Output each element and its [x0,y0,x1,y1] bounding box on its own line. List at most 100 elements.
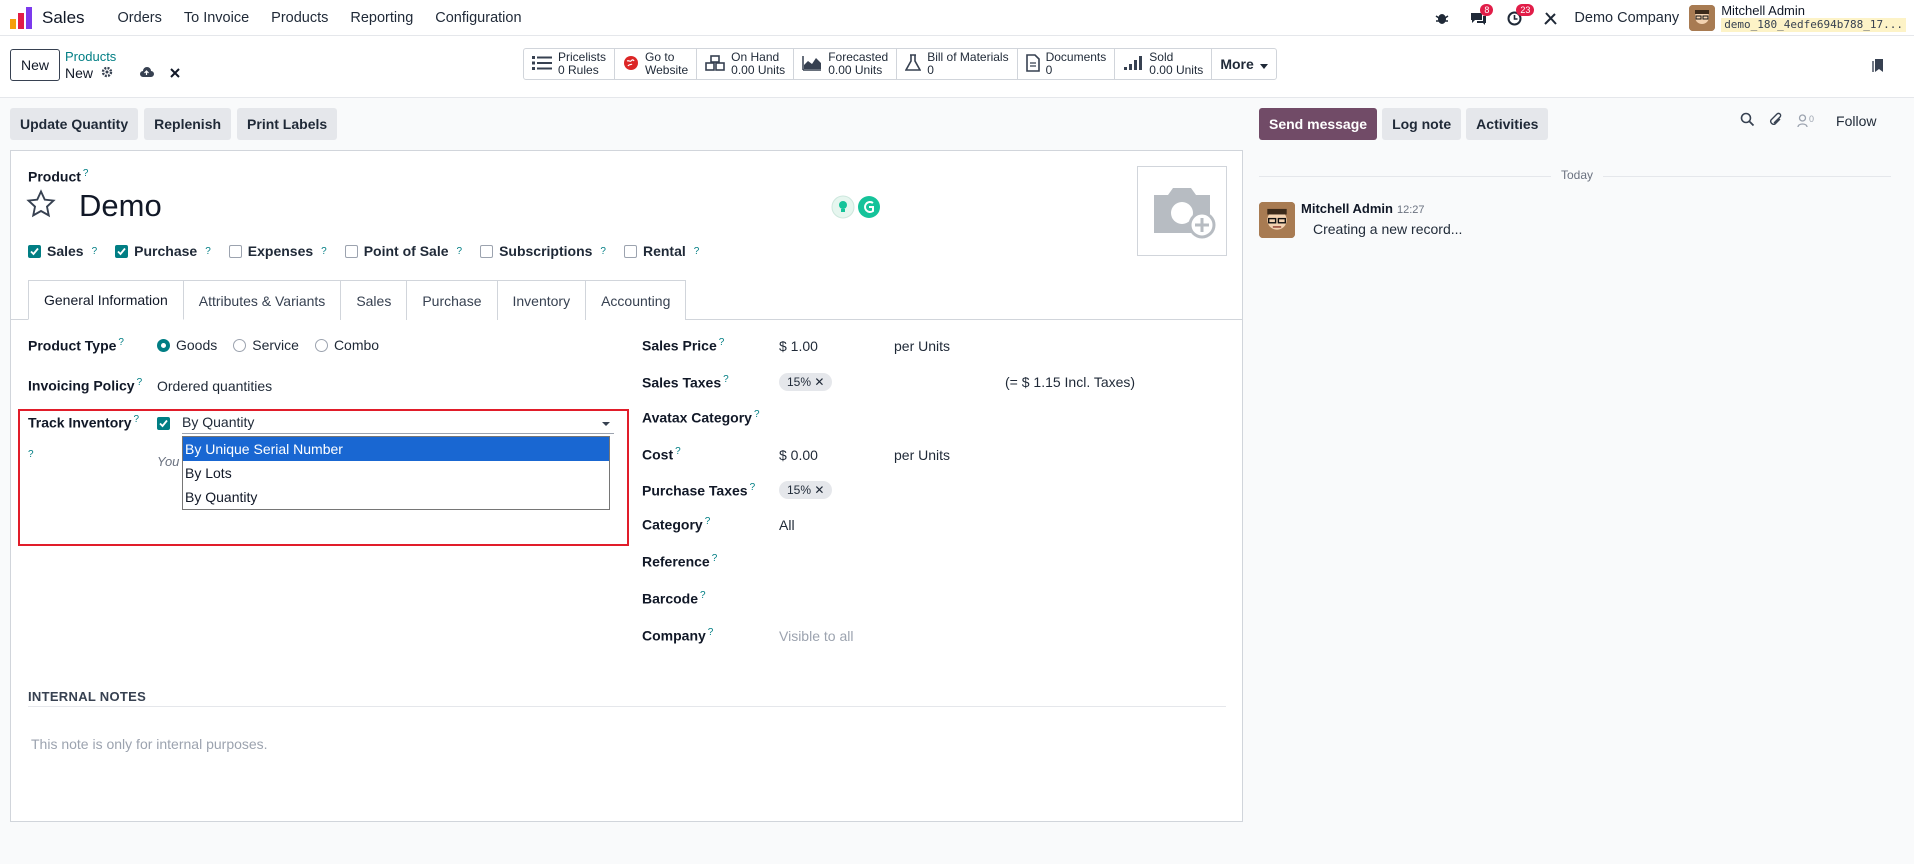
checkbox-checked[interactable] [28,244,41,258]
sales-price-uom: per Units [894,338,951,354]
menu-reporting[interactable]: Reporting [339,10,424,26]
bug-icon[interactable] [1424,0,1460,36]
app-name[interactable]: Sales [42,8,85,28]
tab-purchase[interactable]: Purchase [407,280,498,320]
purchase-checkbox[interactable]: Purchase? [115,243,211,259]
sales-tax-tag[interactable]: 15% ✕ [779,373,833,391]
reference-label: Reference? [642,553,718,570]
area-chart-icon [802,55,822,74]
bill-of-materials-button[interactable]: Bill of Materials 0 [897,49,1018,79]
followers-count: 0 [1809,114,1815,124]
company-input[interactable]: Visible to all [779,628,853,644]
product-type-label: Product Type? [28,337,124,354]
purchase-tax-tag[interactable]: 15% ✕ [779,481,833,499]
checkbox-checked[interactable] [115,244,129,258]
message-avatar[interactable] [1259,202,1295,238]
company-switcher[interactable]: Demo Company [1574,10,1679,26]
new-button[interactable]: New [10,49,60,81]
company-label: Company? [642,627,714,644]
sales-price-input[interactable]: $ 1.00 [779,338,818,354]
product-name-input[interactable]: Demo [79,188,162,224]
discard-icon[interactable] [170,64,180,82]
tab-attributes-variants[interactable]: Attributes & Variants [183,280,342,320]
checkbox-unchecked[interactable] [623,244,637,258]
form-tabs: General Information Attributes & Variant… [28,280,687,320]
internal-notes-input[interactable]: This note is only for internal purposes. [31,736,268,752]
remove-tag-icon[interactable]: ✕ [814,483,824,497]
menu-configuration[interactable]: Configuration [424,10,532,26]
go-to-website-button[interactable]: Go to Website [615,49,698,79]
product-image-upload[interactable] [1137,166,1227,256]
category-input[interactable]: All [779,517,795,533]
radio-combo[interactable]: Combo [314,337,379,353]
grammarly-icon [858,196,880,218]
forecasted-button[interactable]: Forecasted 0.00 Units [794,49,898,79]
favorite-star-icon[interactable] [26,189,56,222]
breadcrumb-current: New [65,65,94,81]
top-navbar: Sales Orders To Invoice Products Reporti… [0,0,1914,36]
highlight-annotation-box [18,409,629,546]
radio-service[interactable]: Service [233,337,299,353]
checkbox-unchecked[interactable] [480,244,494,258]
purchase-taxes-label: Purchase Taxes? [642,482,756,499]
activities-clock-icon[interactable]: 23 [1496,0,1535,36]
chatter-topbar-icons: 0 Follow [1740,112,1876,130]
menu-orders[interactable]: Orders [107,10,173,26]
product-flags: Sales? Purchase? Expenses? Point of Sale… [28,243,699,259]
tab-inventory[interactable]: Inventory [497,280,587,320]
rental-checkbox[interactable]: Rental? [623,243,699,259]
more-button[interactable]: More [1212,49,1275,79]
print-labels-button[interactable]: Print Labels [237,108,338,140]
sales-app-icon[interactable] [10,6,32,29]
sales-checkbox[interactable]: Sales? [28,243,97,259]
subscriptions-checkbox[interactable]: Subscriptions? [480,243,606,259]
pricelists-button[interactable]: Pricelists 0 Rules [524,49,616,79]
caret-down-icon [1259,56,1268,72]
checkbox-unchecked[interactable] [344,244,358,258]
point-of-sale-checkbox[interactable]: Point of Sale? [344,243,462,259]
follow-button[interactable]: Follow [1836,113,1876,129]
send-message-button[interactable]: Send message [1259,108,1378,140]
radio-goods[interactable]: Goods [157,337,217,353]
update-quantity-button[interactable]: Update Quantity [10,108,139,140]
log-note-button[interactable]: Log note [1382,108,1462,140]
tab-sales[interactable]: Sales [341,280,408,320]
user-avatar[interactable] [1689,5,1716,31]
main-menu: Orders To Invoice Products Reporting Con… [107,10,533,26]
menu-products[interactable]: Products [260,10,339,26]
search-icon[interactable] [1740,112,1755,130]
followers-icon[interactable]: 0 [1797,114,1814,128]
messages-badge: 8 [1480,4,1494,16]
camera-plus-icon [1154,188,1216,239]
checkbox-unchecked[interactable] [228,244,242,258]
file-icon [1025,53,1040,75]
tools-icon[interactable] [1532,0,1568,36]
save-cloud-icon[interactable] [139,64,155,82]
activities-button[interactable]: Activities [1466,108,1549,140]
breadcrumb: Products New [65,49,180,82]
boxes-icon [705,54,725,74]
invoicing-policy-value[interactable]: Ordered quantities [157,378,272,394]
expenses-checkbox[interactable]: Expenses? [228,243,327,259]
replenish-button[interactable]: Replenish [144,108,232,140]
user-menu[interactable]: Mitchell Admin demo_180_4edfe694b788_17.… [1721,4,1906,32]
sales-taxes-label: Sales Taxes? [642,374,729,391]
stat-title: Bill of Materials [927,50,1009,64]
cost-input[interactable]: $ 0.00 [779,447,818,463]
stat-value: 0 Rules [558,63,599,77]
documents-button[interactable]: Documents 0 [1018,49,1116,79]
on-hand-button[interactable]: On Hand 0.00 Units [697,49,795,79]
gear-icon[interactable] [101,64,113,82]
breadcrumb-products[interactable]: Products [65,49,180,64]
messages-icon[interactable]: 8 [1460,0,1496,36]
menu-to-invoice[interactable]: To Invoice [173,10,260,26]
grammarly-widget[interactable] [831,195,881,219]
tab-accounting[interactable]: Accounting [586,280,687,320]
date-separator: Today [1259,168,1891,184]
tab-general-information[interactable]: General Information [28,280,184,320]
paperclip-icon[interactable] [1769,112,1783,130]
bookmark-icon[interactable] [1872,58,1884,76]
remove-tag-icon[interactable]: ✕ [814,375,824,389]
sold-button[interactable]: Sold 0.00 Units [1115,49,1213,79]
message-author: Mitchell Admin 12:27 [1301,201,1425,216]
